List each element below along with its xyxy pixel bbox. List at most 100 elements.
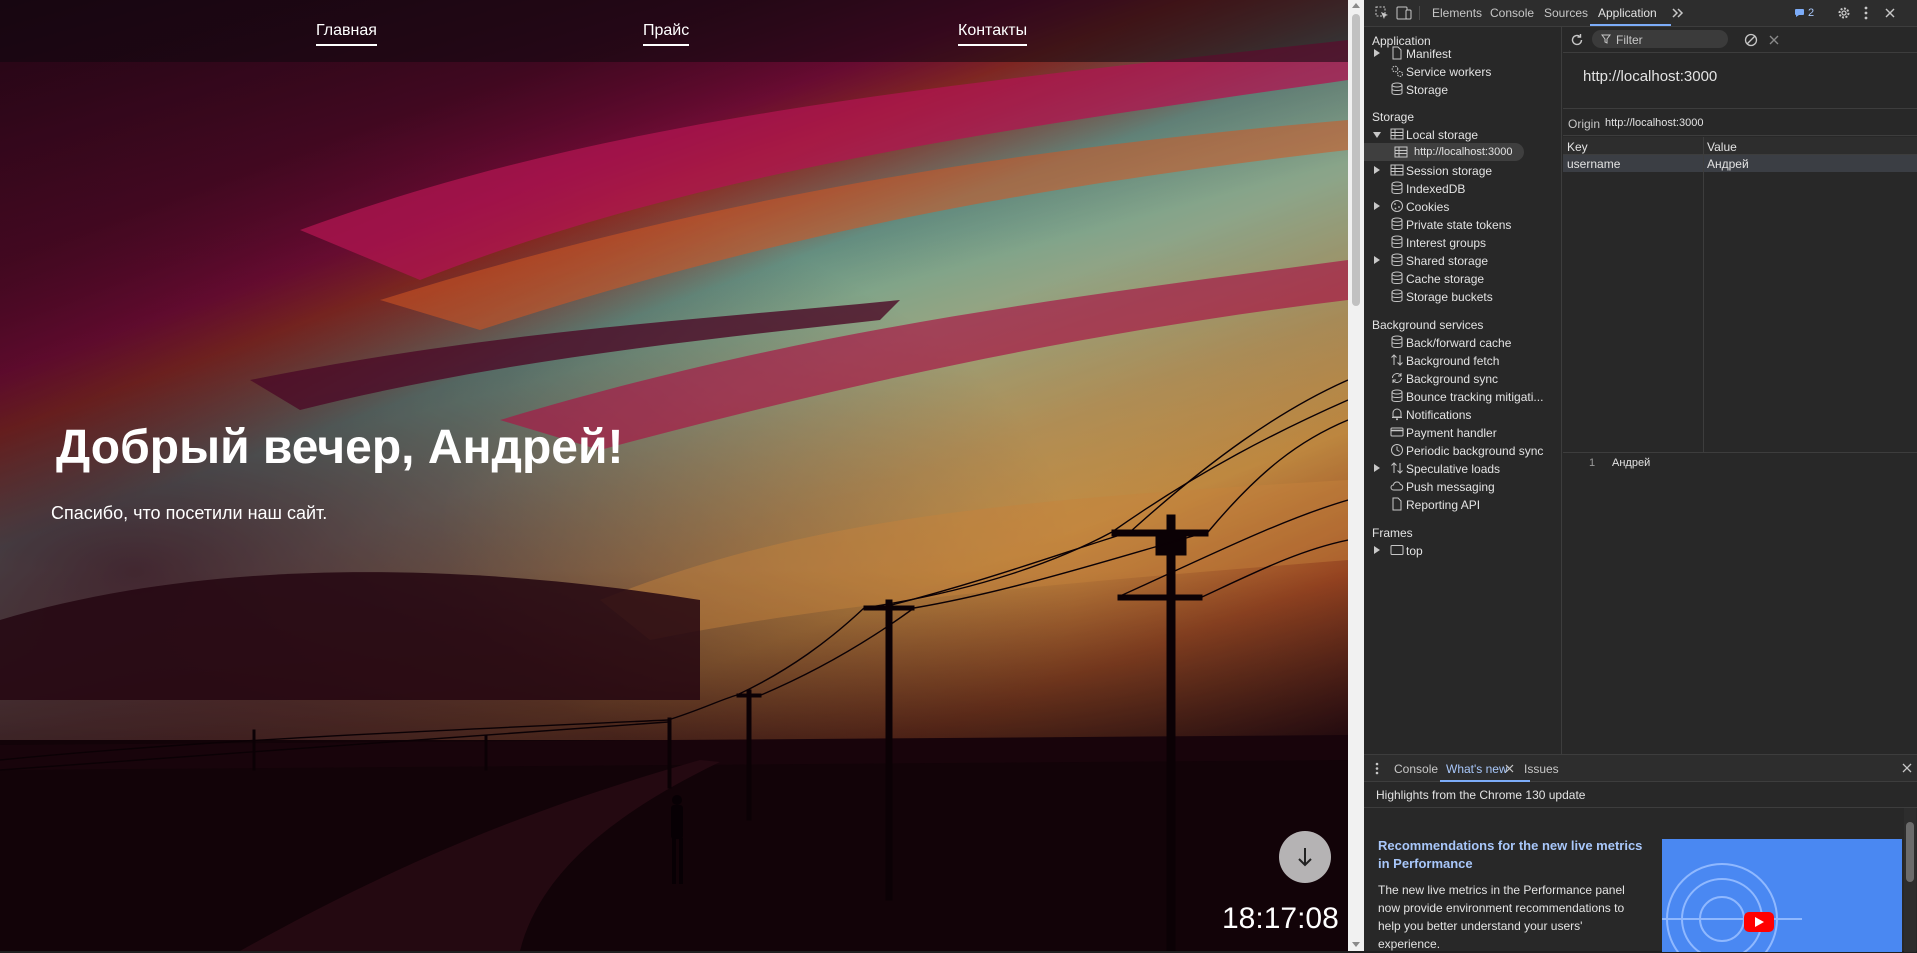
section-header-storage: Storage bbox=[1372, 110, 1415, 124]
sidebar-item-frame-top[interactable]: top bbox=[1364, 541, 1562, 559]
settings-gear-icon[interactable] bbox=[1836, 5, 1852, 21]
highlights-text: Highlights from the Chrome 130 update bbox=[1376, 788, 1586, 802]
origin-value: http://localhost:3000 bbox=[1605, 117, 1704, 129]
local-storage-panel: Filter http://localhost:3000 Origin http… bbox=[1563, 27, 1917, 754]
expand-arrow-icon[interactable] bbox=[1374, 49, 1380, 57]
table-icon bbox=[1394, 146, 1408, 158]
scrollbar-thumb[interactable] bbox=[1352, 14, 1360, 306]
close-devtools-icon[interactable] bbox=[1882, 5, 1898, 21]
tab-elements[interactable]: Elements bbox=[1432, 6, 1482, 20]
refresh-icon[interactable] bbox=[1570, 33, 1584, 47]
expand-arrow-icon[interactable] bbox=[1374, 546, 1380, 554]
expand-arrow-icon[interactable] bbox=[1374, 166, 1380, 174]
sidebar-item-bounce-tracking[interactable]: Bounce tracking mitigati... bbox=[1364, 387, 1562, 405]
sidebar-item-label: IndexedDB bbox=[1406, 182, 1466, 196]
scroll-down-arrow-icon[interactable] bbox=[1352, 942, 1360, 947]
sunset-background-image bbox=[0, 0, 1348, 951]
credit-card-icon bbox=[1390, 427, 1404, 437]
more-tabs-icon[interactable] bbox=[1670, 5, 1686, 21]
sidebar-item-payment-handler[interactable]: Payment handler bbox=[1364, 423, 1562, 441]
delete-selected-icon[interactable] bbox=[1769, 35, 1779, 45]
sidebar-item-push-messaging[interactable]: Push messaging bbox=[1364, 477, 1562, 495]
clear-all-icon[interactable] bbox=[1744, 33, 1758, 47]
expand-arrow-icon[interactable] bbox=[1374, 256, 1380, 264]
kebab-menu-icon[interactable] bbox=[1858, 5, 1874, 21]
sidebar-item-label: Storage buckets bbox=[1406, 290, 1493, 304]
sidebar-item-notifications[interactable]: Notifications bbox=[1364, 405, 1562, 423]
database-icon bbox=[1391, 389, 1403, 402]
cell-key[interactable]: username bbox=[1567, 157, 1620, 171]
drawer-menu-icon[interactable] bbox=[1375, 762, 1379, 775]
sidebar-item-service-workers[interactable]: Service workers bbox=[1364, 62, 1562, 80]
column-header-key[interactable]: Key bbox=[1567, 140, 1588, 154]
up-down-arrows-icon bbox=[1391, 354, 1403, 366]
bell-icon bbox=[1392, 408, 1402, 421]
video-thumbnail[interactable] bbox=[1662, 839, 1902, 952]
sidebar-item-label: Service workers bbox=[1406, 65, 1492, 79]
message-icon bbox=[1795, 9, 1804, 17]
drawer-tab-whats-new[interactable]: What's new bbox=[1446, 762, 1508, 776]
sidebar-item-local-storage[interactable]: Local storage bbox=[1364, 125, 1562, 143]
nav-link-home[interactable]: Главная bbox=[316, 22, 377, 46]
drawer-scrollbar[interactable] bbox=[1904, 808, 1916, 952]
origin-label: Origin bbox=[1568, 117, 1601, 131]
sidebar-item-label: top bbox=[1406, 544, 1423, 558]
sidebar-item-private-state-tokens[interactable]: Private state tokens bbox=[1364, 215, 1562, 233]
sidebar-item-label: Payment handler bbox=[1406, 426, 1497, 440]
column-header-value[interactable]: Value bbox=[1707, 140, 1737, 154]
sidebar-item-back-forward-cache[interactable]: Back/forward cache bbox=[1364, 333, 1562, 351]
nav-link-contacts[interactable]: Контакты bbox=[958, 22, 1028, 46]
page-scrollbar[interactable] bbox=[1348, 0, 1364, 951]
database-icon bbox=[1391, 181, 1403, 194]
article-title[interactable]: Recommendations for the new live metrics… bbox=[1378, 837, 1648, 873]
sidebar-item-label: Manifest bbox=[1406, 47, 1452, 61]
sidebar-item-cache-storage[interactable]: Cache storage bbox=[1364, 269, 1562, 287]
whats-new-header: Highlights from the Chrome 130 update bbox=[1364, 782, 1917, 808]
device-toolbar-icon[interactable] bbox=[1396, 5, 1412, 21]
filter-icon bbox=[1601, 34, 1611, 44]
sidebar-item-speculative-loads[interactable]: Speculative loads bbox=[1364, 459, 1562, 477]
sidebar-item-background-sync[interactable]: Background sync bbox=[1364, 369, 1562, 387]
table-row[interactable]: username Андрей bbox=[1563, 155, 1917, 172]
drawer-scrollbar-thumb[interactable] bbox=[1906, 822, 1914, 882]
sidebar-item-label: Local storage bbox=[1406, 128, 1479, 142]
filter-input[interactable]: Filter bbox=[1592, 30, 1728, 48]
sidebar-item-local-storage-origin[interactable]: http://localhost:3000 bbox=[1364, 143, 1524, 161]
drawer-tab-issues[interactable]: Issues bbox=[1524, 762, 1559, 776]
sidebar-item-reporting-api[interactable]: Reporting API bbox=[1364, 495, 1562, 513]
expand-arrow-icon[interactable] bbox=[1374, 202, 1380, 210]
close-drawer-icon[interactable] bbox=[1902, 763, 1912, 773]
sidebar-item-periodic-background-sync[interactable]: Periodic background sync bbox=[1364, 441, 1562, 459]
tab-sources[interactable]: Sources bbox=[1544, 6, 1588, 20]
expand-arrow-icon[interactable] bbox=[1374, 464, 1380, 472]
sidebar-item-manifest[interactable]: Manifest bbox=[1364, 44, 1562, 62]
inspect-element-icon[interactable] bbox=[1374, 5, 1390, 21]
filter-placeholder: Filter bbox=[1616, 33, 1643, 47]
database-icon bbox=[1391, 289, 1403, 302]
drawer-tabbar: Console What's new Issues bbox=[1364, 755, 1917, 782]
application-sidebar: Application Manifest Service workers Sto… bbox=[1364, 27, 1562, 754]
nav-link-pricing[interactable]: Прайс bbox=[643, 22, 690, 46]
sidebar-item-background-fetch[interactable]: Background fetch bbox=[1364, 351, 1562, 369]
sidebar-item-label: Cookies bbox=[1406, 200, 1450, 214]
sidebar-item-interest-groups[interactable]: Interest groups bbox=[1364, 233, 1562, 251]
sidebar-item-session-storage[interactable]: Session storage bbox=[1364, 161, 1562, 179]
active-tab-indicator bbox=[1590, 24, 1671, 26]
collapse-arrow-icon[interactable] bbox=[1373, 132, 1381, 138]
drawer-tab-console[interactable]: Console bbox=[1394, 762, 1438, 776]
video-thumbnail-art bbox=[1662, 839, 1902, 952]
close-tab-icon[interactable] bbox=[1505, 764, 1514, 773]
tab-console[interactable]: Console bbox=[1490, 6, 1534, 20]
scroll-down-button[interactable] bbox=[1279, 831, 1331, 883]
storage-table: Key Value username Андрей bbox=[1563, 137, 1917, 453]
sidebar-item-storage[interactable]: Storage bbox=[1364, 80, 1562, 98]
issues-badge[interactable]: 2 bbox=[1794, 7, 1814, 19]
arrow-down-icon bbox=[1298, 848, 1312, 867]
sidebar-item-storage-buckets[interactable]: Storage buckets bbox=[1364, 287, 1562, 305]
sidebar-item-shared-storage[interactable]: Shared storage bbox=[1364, 251, 1562, 269]
scroll-up-arrow-icon[interactable] bbox=[1352, 3, 1360, 8]
sidebar-item-indexeddb[interactable]: IndexedDB bbox=[1364, 179, 1562, 197]
tab-application[interactable]: Application bbox=[1598, 6, 1657, 20]
cell-value[interactable]: Андрей bbox=[1707, 157, 1749, 171]
sidebar-item-cookies[interactable]: Cookies bbox=[1364, 197, 1562, 215]
